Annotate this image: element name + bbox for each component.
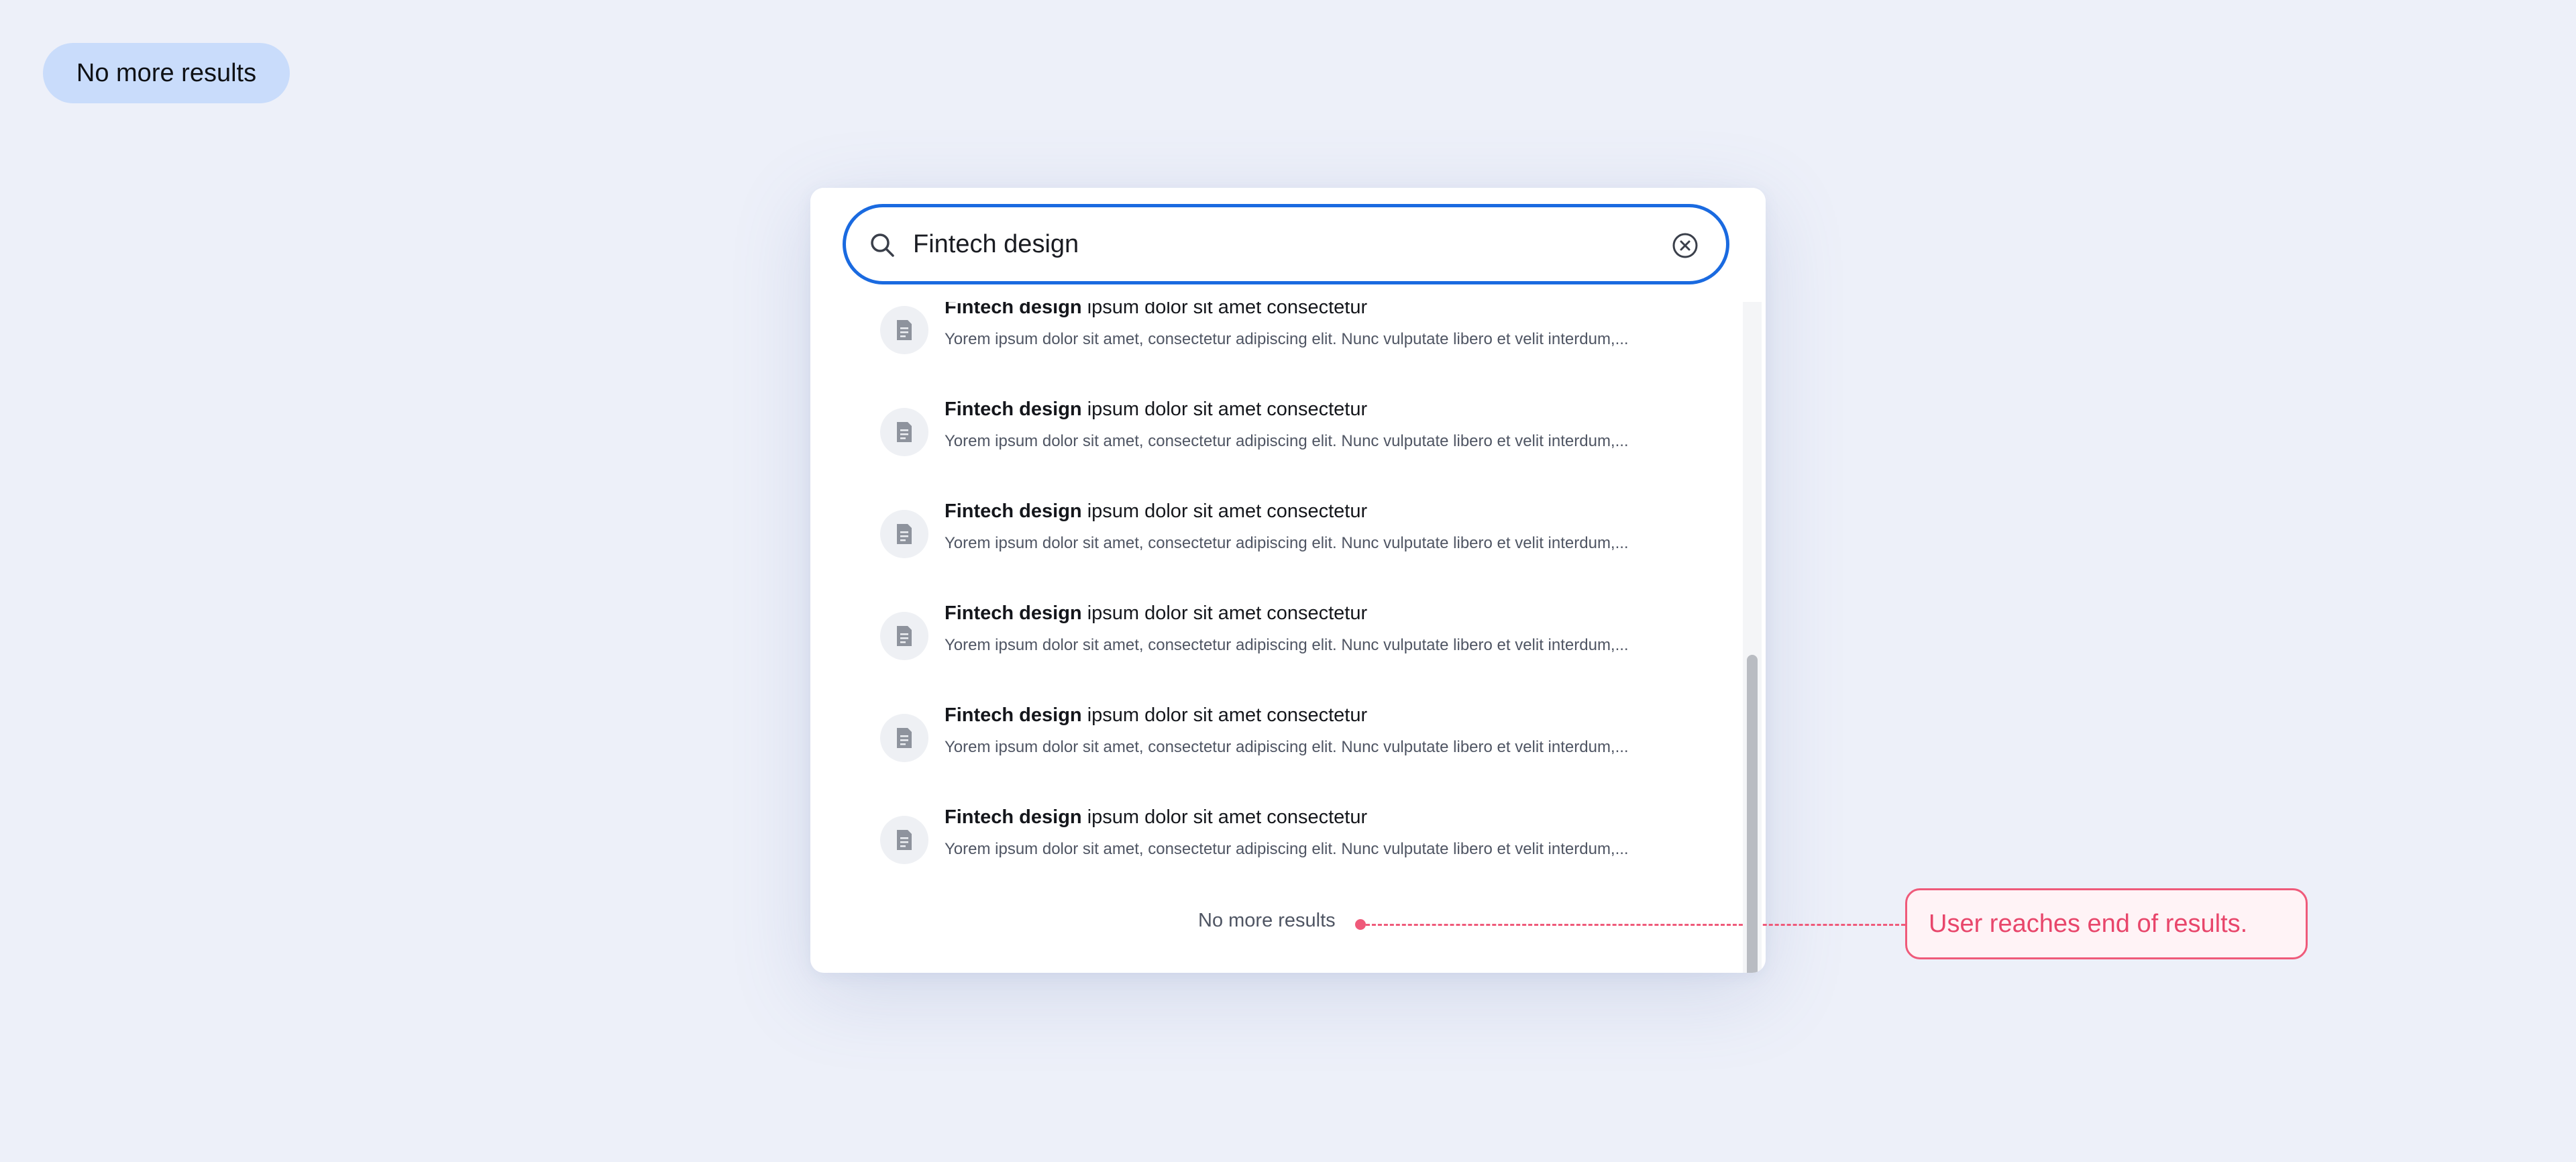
document-icon	[880, 510, 928, 558]
result-snippet: Yorem ipsum dolor sit amet, consectetur …	[945, 432, 1629, 450]
result-item[interactable]: Fintech design ipsum dolor sit amet cons…	[880, 806, 1685, 880]
result-title-rest: ipsum dolor sit amet consectetur	[1081, 399, 1368, 420]
document-icon	[880, 714, 928, 762]
result-snippet: Yorem ipsum dolor sit amet, consectetur …	[945, 840, 1629, 858]
state-label-text: No more results	[76, 58, 257, 87]
result-item[interactable]: Fintech design ipsum dolor sit amet cons…	[880, 297, 1685, 370]
result-title-match: Fintech design	[945, 806, 1082, 828]
document-icon	[880, 408, 928, 456]
result-title-rest: ipsum dolor sit amet consectetur	[1081, 500, 1368, 522]
result-item[interactable]: Fintech design ipsum dolor sit amet cons…	[880, 399, 1685, 472]
result-snippet: Yorem ipsum dolor sit amet, consectetur …	[945, 534, 1629, 552]
scrollbar-thumb[interactable]	[1747, 655, 1758, 973]
annotation-callout: User reaches end of results.	[1905, 888, 2308, 959]
result-title: Fintech design ipsum dolor sit amet cons…	[945, 399, 1367, 421]
result-title-match: Fintech design	[945, 602, 1082, 624]
result-title: Fintech design ipsum dolor sit amet cons…	[945, 704, 1367, 727]
result-item[interactable]: Fintech design ipsum dolor sit amet cons…	[880, 500, 1685, 574]
result-title-match: Fintech design	[945, 399, 1082, 420]
search-panel: Fintech design ipsum dolor sit amet cons…	[810, 188, 1766, 973]
result-snippet: Yorem ipsum dolor sit amet, consectetur …	[945, 636, 1629, 654]
end-of-results-label: No more results	[1198, 910, 1336, 931]
annotation-text: User reaches end of results.	[1929, 909, 2248, 938]
search-icon	[871, 233, 894, 257]
results-list: Fintech design ipsum dolor sit amet cons…	[810, 188, 1743, 973]
result-title: Fintech design ipsum dolor sit amet cons…	[945, 500, 1367, 523]
result-snippet: Yorem ipsum dolor sit amet, consectetur …	[945, 738, 1629, 756]
result-item[interactable]: Fintech design ipsum dolor sit amet cons…	[880, 602, 1685, 676]
result-title: Fintech design ipsum dolor sit amet cons…	[945, 602, 1367, 625]
result-title-match: Fintech design	[945, 704, 1082, 726]
canvas: No more results Fintech design ipsum dol…	[0, 0, 2576, 1162]
document-icon	[880, 816, 928, 864]
result-snippet: Yorem ipsum dolor sit amet, consectetur …	[945, 330, 1629, 348]
result-item[interactable]: Fintech design ipsum dolor sit amet cons…	[880, 704, 1685, 778]
result-title-match: Fintech design	[945, 500, 1082, 522]
result-title-rest: ipsum dolor sit amet consectetur	[1081, 806, 1368, 828]
annotation-connector	[1366, 924, 1905, 926]
search-field[interactable]	[843, 204, 1729, 284]
result-title: Fintech design ipsum dolor sit amet cons…	[945, 806, 1367, 829]
clear-circle-x-icon[interactable]	[1671, 231, 1699, 260]
state-label-pill: No more results	[43, 43, 290, 103]
document-icon	[880, 612, 928, 660]
search-input[interactable]	[913, 221, 1617, 268]
result-title-rest: ipsum dolor sit amet consectetur	[1081, 602, 1368, 624]
result-title-rest: ipsum dolor sit amet consectetur	[1081, 704, 1368, 726]
annotation-dot	[1355, 919, 1366, 930]
document-icon	[880, 306, 928, 354]
